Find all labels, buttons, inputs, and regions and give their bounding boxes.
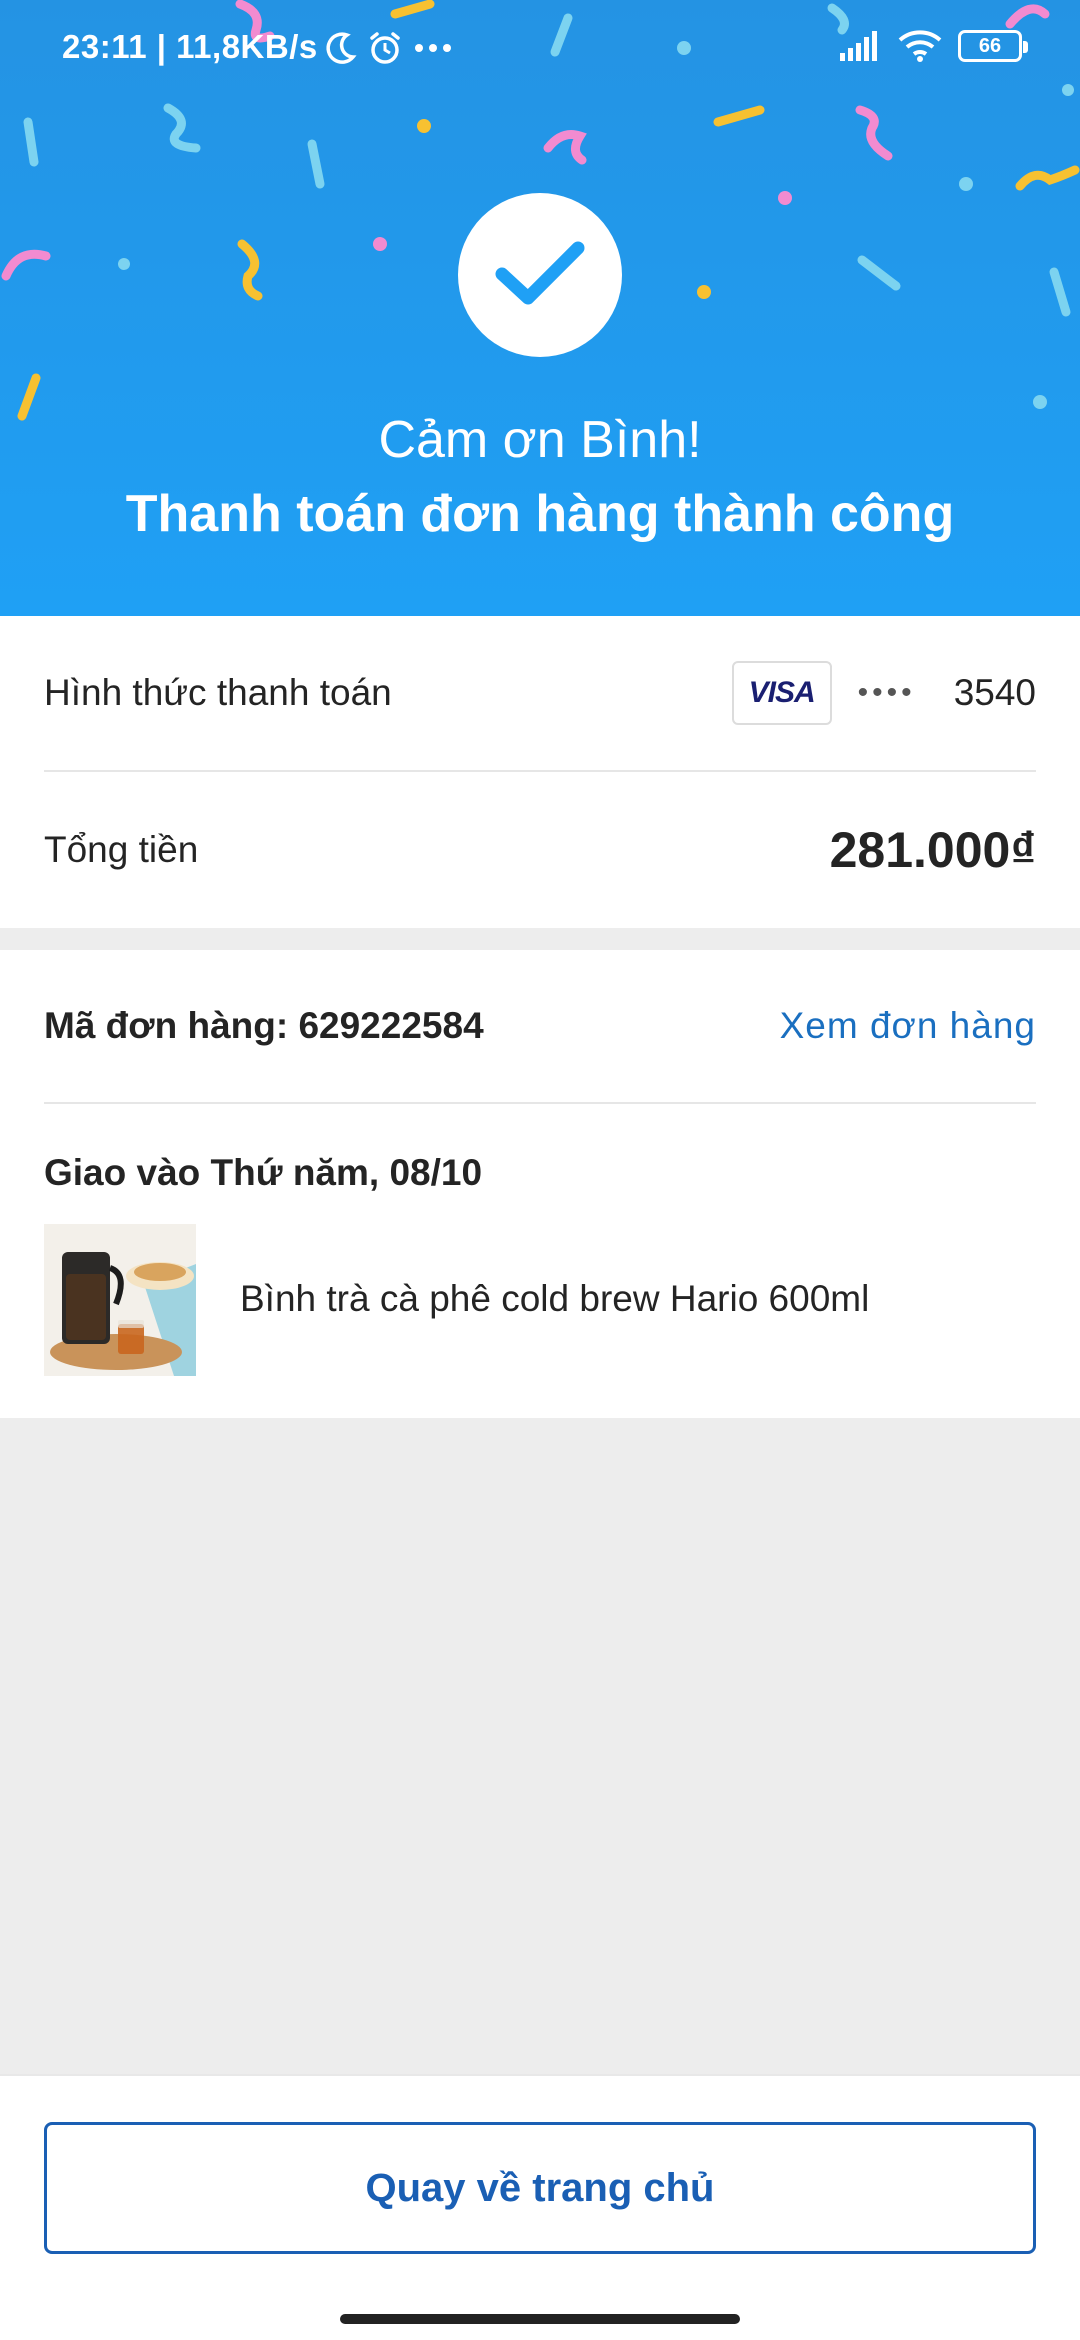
total-label: Tổng tiền: [44, 829, 199, 870]
wifi-icon: [898, 30, 942, 62]
visa-logo: VISA: [731, 661, 832, 725]
product-name[interactable]: Bình trà cà phê cold brew Hario 600ml: [240, 1278, 869, 1320]
payment-method-row: Hình thức thanh toán VISA •••• 3540: [44, 616, 1036, 772]
check-icon: [495, 241, 585, 305]
card-brand: VISA: [748, 676, 816, 709]
order-code-row: Mã đơn hàng: 629222584 Xem đơn hàng: [44, 950, 1036, 1104]
success-badge: [458, 193, 622, 357]
delivery-date: Giao vào Thứ năm, 08/10: [44, 1152, 483, 1193]
status-bar: 23:11 | 11,8KB/s 66: [0, 0, 1080, 96]
bottom-bar: Quay về trang chủ: [0, 2074, 1080, 2340]
status-time: 23:11 | 11,8KB/s: [62, 28, 318, 65]
total-amount: 281.000₫: [829, 822, 1036, 878]
payment-summary: Hình thức thanh toán VISA •••• 3540 Tổng…: [0, 616, 1080, 928]
thank-you-title: Cảm ơn Bình!: [378, 411, 702, 469]
battery-level: 66: [978, 34, 1002, 57]
battery-icon: 66: [958, 30, 1028, 62]
home-indicator[interactable]: [340, 2314, 740, 2324]
card-mask: ••••: [857, 676, 916, 709]
order-code: Mã đơn hàng: 629222584: [44, 1005, 484, 1046]
back-to-home-button[interactable]: Quay về trang chủ: [44, 2122, 1036, 2254]
success-message: Thanh toán đơn hàng thành công: [125, 485, 955, 543]
payment-method-label: Hình thức thanh toán: [44, 672, 392, 713]
signal-icon: [840, 31, 877, 61]
success-header: 23:11 | 11,8KB/s 66 Cảm ơn Bình! Thanh t…: [0, 0, 1080, 616]
product-image[interactable]: [44, 1224, 196, 1376]
view-order-link[interactable]: Xem đơn hàng: [780, 1005, 1036, 1047]
moon-icon: [326, 32, 357, 64]
order-details: Mã đơn hàng: 629222584 Xem đơn hàng Giao…: [0, 950, 1080, 1418]
total-row: Tổng tiền 281.000₫: [44, 772, 1036, 928]
card-last-digits: 3540: [953, 672, 1036, 713]
more-icon: [415, 44, 451, 52]
alarm-icon: [370, 32, 400, 64]
